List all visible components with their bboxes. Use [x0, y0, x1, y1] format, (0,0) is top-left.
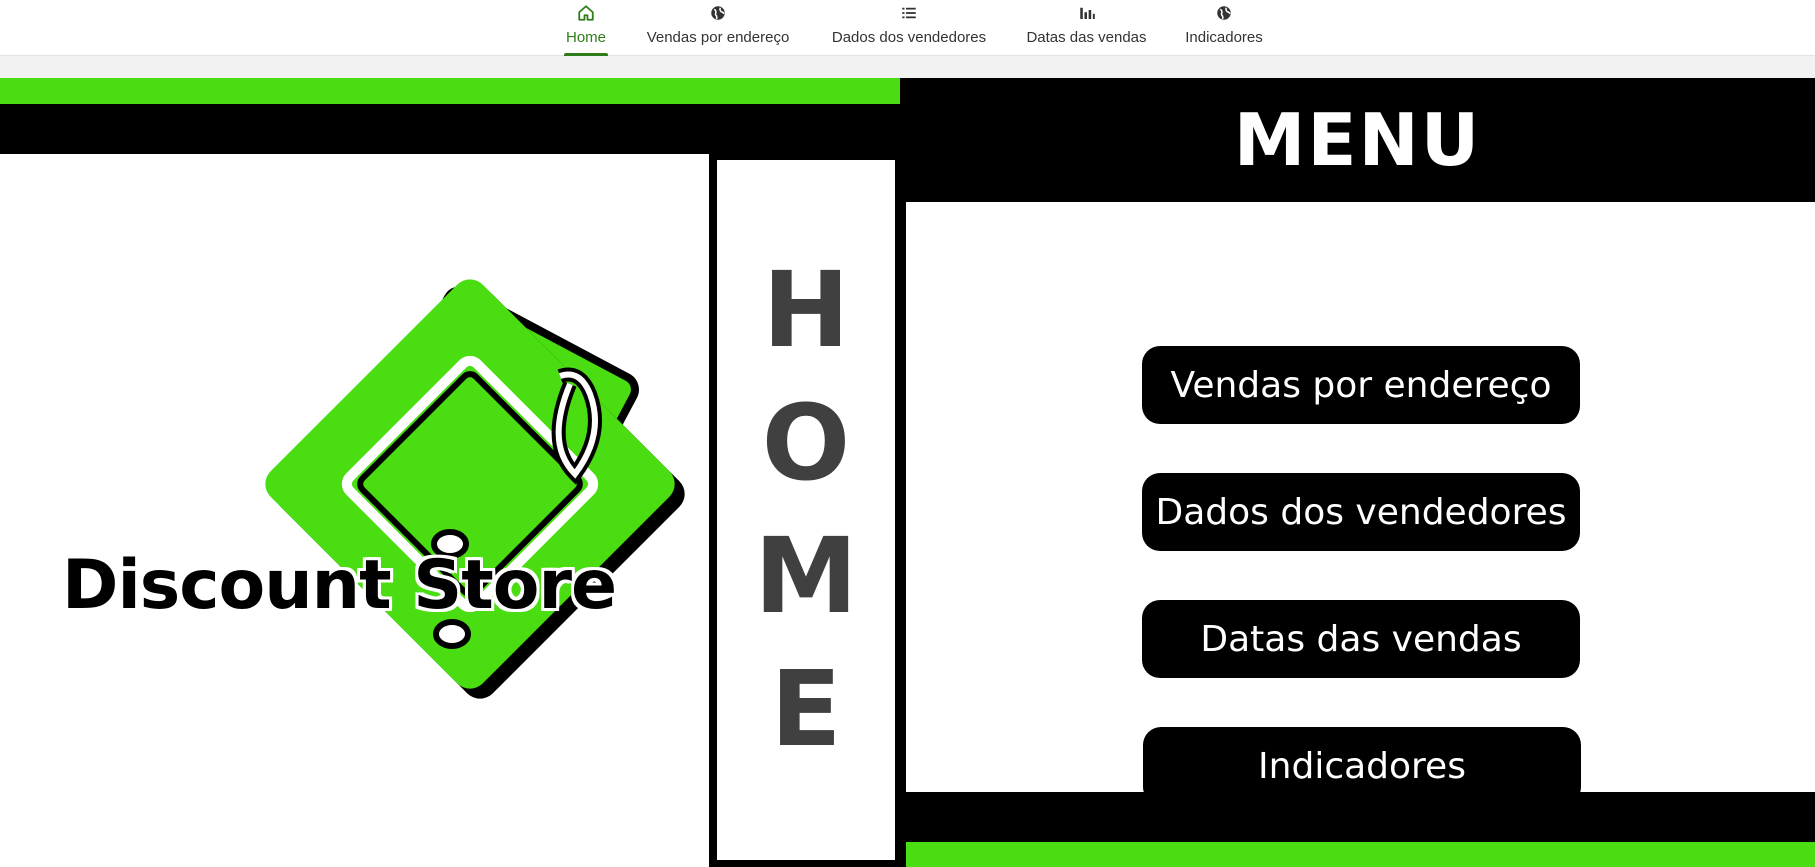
tab-datas-das-vendas[interactable]: Datas das vendas — [1023, 0, 1150, 56]
green-top-bar — [0, 78, 900, 104]
tab-home-label: Home — [565, 29, 606, 46]
tab-vendas-por-endereco-label: Vendas por endereço — [646, 29, 790, 46]
home-letter: O — [761, 382, 851, 504]
home-letter: E — [770, 648, 842, 770]
price-tag-icon — [265, 279, 685, 699]
globe-icon — [711, 6, 725, 20]
tab-indicadores-label: Indicadores — [1185, 29, 1263, 46]
list-icon — [902, 7, 916, 19]
menu-button-datas-das-vendas[interactable]: Datas das vendas — [1142, 600, 1580, 678]
menu-title: MENU — [1233, 98, 1482, 182]
tab-datas-das-vendas-label: Datas das vendas — [1026, 29, 1147, 46]
black-header-band — [0, 104, 900, 154]
store-name: Discount Store — [62, 546, 617, 625]
bar-chart-icon — [1079, 7, 1095, 19]
home-letter: M — [754, 515, 858, 637]
store-logo: Discount Store — [0, 154, 709, 867]
home-letter: H — [762, 249, 850, 371]
home-icon — [578, 5, 594, 21]
black-footer-band — [900, 792, 1815, 842]
menu-panel: Vendas por endereço Dados dos vendedores… — [906, 202, 1815, 805]
green-bottom-bar — [906, 842, 1815, 867]
home-column: H O M E — [709, 154, 900, 867]
active-tab-indicator — [564, 53, 608, 56]
menu-header: MENU — [900, 78, 1815, 202]
menu-button-vendas-por-endereco[interactable]: Vendas por endereço — [1142, 346, 1580, 424]
report-canvas: Discount Store H O M E MENU Vendas por e… — [0, 78, 1815, 867]
tab-indicadores[interactable]: Indicadores — [1181, 0, 1267, 56]
tab-home[interactable]: Home — [564, 0, 608, 56]
home-column-inner: H O M E — [717, 160, 895, 860]
page-tab-bar: Home Vendas por endereço Dados dos vende… — [0, 0, 1815, 56]
globe-icon — [1217, 6, 1231, 20]
tab-dados-dos-vendedores[interactable]: Dados dos vendedores — [826, 0, 992, 56]
tab-vendas-por-endereco[interactable]: Vendas por endereço — [640, 0, 796, 56]
tab-dados-dos-vendedores-label: Dados dos vendedores — [831, 29, 987, 46]
menu-button-dados-dos-vendedores[interactable]: Dados dos vendedores — [1142, 473, 1580, 551]
